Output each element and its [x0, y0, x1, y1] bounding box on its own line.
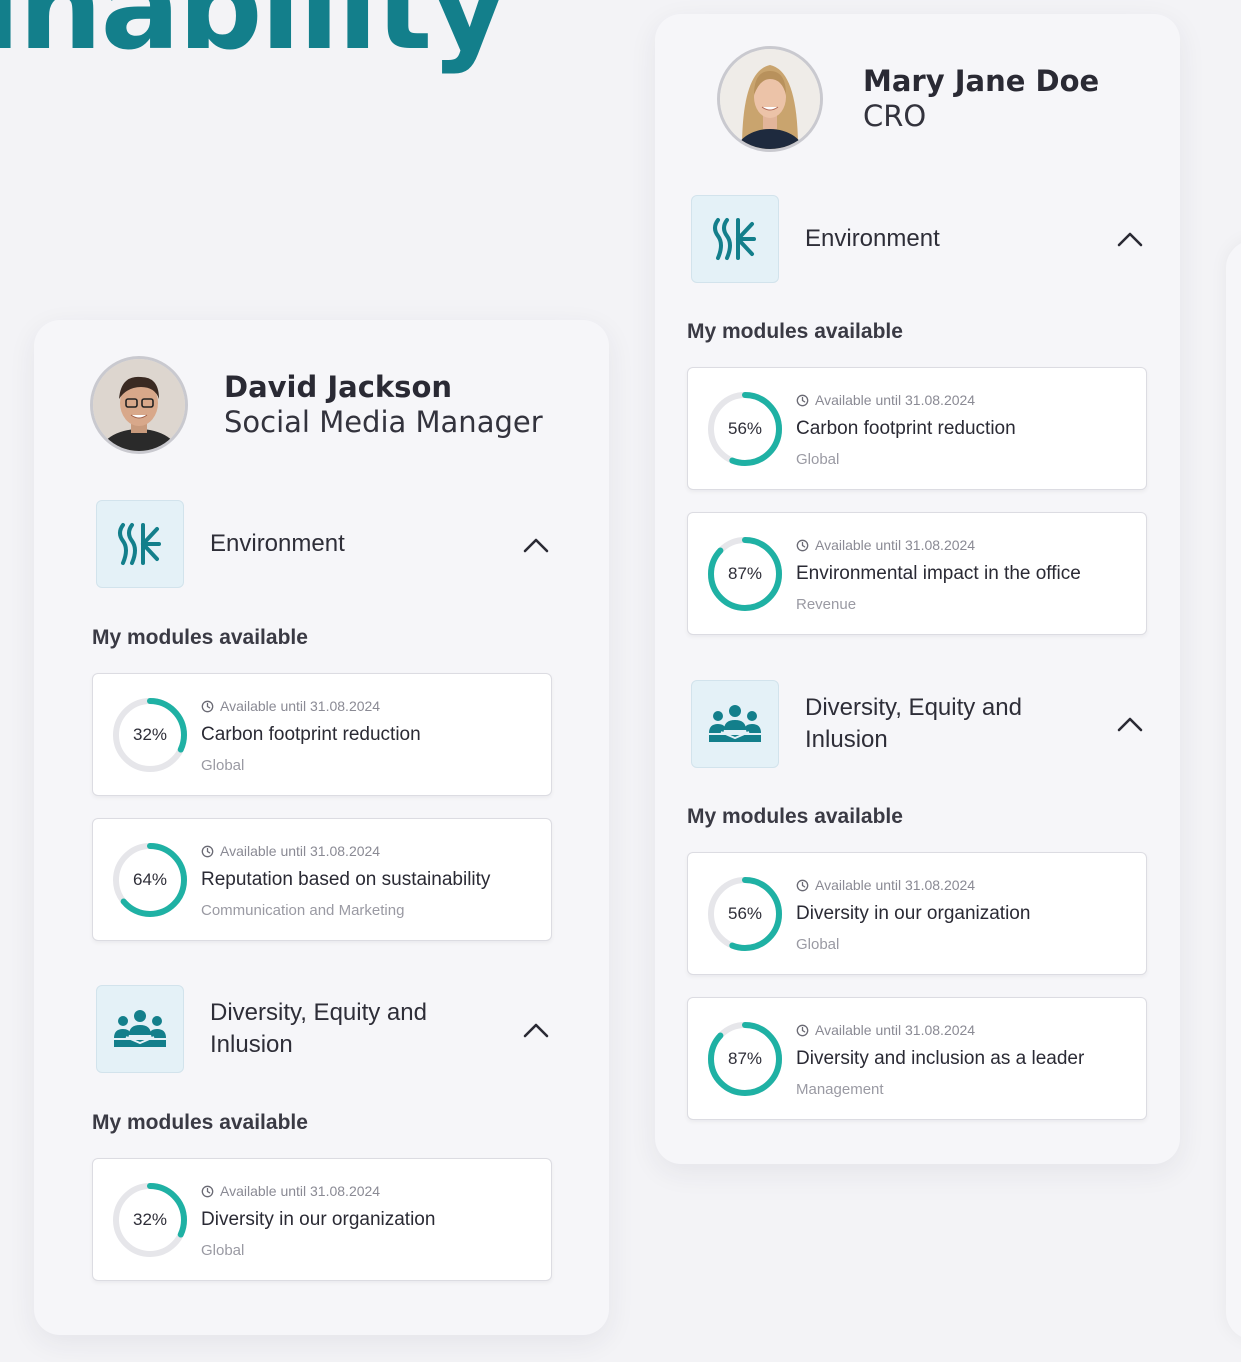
- category-environment[interactable]: Environment: [96, 500, 470, 588]
- progress-percent: 56%: [727, 904, 763, 923]
- user-name: Mary Jane Doe: [863, 63, 1100, 98]
- progress-percent: 32%: [132, 725, 168, 744]
- section-label: My modules available: [687, 805, 903, 828]
- user-role: Social Media Manager: [224, 405, 543, 439]
- chevron-up-icon[interactable]: [521, 530, 551, 560]
- module-card[interactable]: 32% Available until 31.08.2024 Carbon fo…: [92, 673, 552, 796]
- category-environment[interactable]: Environment: [691, 195, 1065, 283]
- clock-icon: [201, 1185, 214, 1197]
- category-label: Environment: [805, 224, 940, 252]
- chevron-up-icon[interactable]: [521, 1015, 551, 1045]
- module-title: Diversity and inclusion as a leader: [796, 1048, 1085, 1069]
- avatar: [90, 356, 188, 454]
- module-title: Diversity in our organization: [201, 1209, 436, 1230]
- module-card[interactable]: 87% Available until 31.08.2024 Diversity…: [687, 997, 1147, 1120]
- page-headline: inability: [0, 0, 507, 76]
- module-scope: Global: [201, 1242, 245, 1259]
- environment-icon: [96, 500, 184, 588]
- progress-percent: 87%: [727, 1049, 763, 1068]
- module-card[interactable]: 87% Available until 31.08.2024 Environme…: [687, 512, 1147, 635]
- clock-icon: [796, 1024, 809, 1036]
- module-card[interactable]: 64% Available until 31.08.2024 Reputatio…: [92, 818, 552, 941]
- background-card: [1226, 240, 1241, 1340]
- category-label: Diversity, Equity and Inlusion: [805, 693, 1022, 753]
- progress-percent: 87%: [727, 564, 763, 583]
- section-label: My modules available: [92, 626, 308, 649]
- section-label: My modules available: [687, 320, 903, 343]
- category-diversity[interactable]: Diversity, Equity and Inlusion: [691, 680, 1065, 768]
- user-profile: Mary Jane Doe CRO: [717, 46, 1099, 152]
- module-card[interactable]: 32% Available until 31.08.2024 Diversity…: [92, 1158, 552, 1281]
- module-scope: Communication and Marketing: [201, 902, 405, 919]
- user-card-mary-jane-doe: Mary Jane Doe CRO Environment My modules…: [655, 14, 1180, 1164]
- availability-text: Available until 31.08.2024: [815, 392, 976, 408]
- progress-percent: 64%: [132, 870, 168, 889]
- module-scope: Revenue: [796, 596, 857, 613]
- availability: Available until 31.08.2024: [201, 1183, 380, 1199]
- availability-text: Available until 31.08.2024: [220, 1183, 381, 1199]
- module-title: Carbon footprint reduction: [201, 724, 421, 745]
- module-scope: Global: [796, 936, 840, 953]
- module-scope: Management: [796, 1081, 884, 1098]
- avatar: [717, 46, 823, 152]
- clock-icon: [201, 700, 214, 712]
- module-title: Carbon footprint reduction: [796, 418, 1016, 439]
- clock-icon: [796, 394, 809, 406]
- category-label: Environment: [210, 529, 345, 557]
- availability: Available until 31.08.2024: [201, 698, 380, 714]
- category-diversity[interactable]: Diversity, Equity and Inlusion: [96, 985, 470, 1073]
- module-card[interactable]: 56% Available until 31.08.2024 Carbon fo…: [687, 367, 1147, 490]
- clock-icon: [796, 879, 809, 891]
- chevron-up-icon[interactable]: [1115, 224, 1145, 254]
- availability: Available until 31.08.2024: [796, 537, 975, 553]
- people-group-icon: [691, 680, 779, 768]
- module-title: Environmental impact in the office: [796, 563, 1081, 584]
- availability-text: Available until 31.08.2024: [220, 843, 381, 859]
- people-group-icon: [96, 985, 184, 1073]
- user-role: CRO: [863, 99, 927, 133]
- availability-text: Available until 31.08.2024: [815, 1022, 976, 1038]
- progress-percent: 56%: [727, 419, 763, 438]
- progress-percent: 32%: [132, 1210, 168, 1229]
- chevron-up-icon[interactable]: [1115, 709, 1145, 739]
- user-profile: David Jackson Social Media Manager: [90, 356, 543, 454]
- availability-text: Available until 31.08.2024: [220, 698, 381, 714]
- clock-icon: [201, 845, 214, 857]
- availability: Available until 31.08.2024: [201, 843, 380, 859]
- availability: Available until 31.08.2024: [796, 877, 975, 893]
- availability: Available until 31.08.2024: [796, 1022, 975, 1038]
- module-title: Reputation based on sustainability: [201, 869, 491, 890]
- availability-text: Available until 31.08.2024: [815, 537, 976, 553]
- module-card[interactable]: 56% Available until 31.08.2024 Diversity…: [687, 852, 1147, 975]
- availability-text: Available until 31.08.2024: [815, 877, 976, 893]
- module-scope: Global: [796, 451, 840, 468]
- module-title: Diversity in our organization: [796, 903, 1031, 924]
- user-name: David Jackson: [224, 369, 453, 404]
- environment-icon: [691, 195, 779, 283]
- availability: Available until 31.08.2024: [796, 392, 975, 408]
- category-label: Diversity, Equity and Inlusion: [210, 998, 427, 1058]
- clock-icon: [796, 539, 809, 551]
- section-label: My modules available: [92, 1111, 308, 1134]
- module-scope: Global: [201, 757, 245, 774]
- user-card-david-jackson: David Jackson Social Media Manager Envir…: [34, 320, 609, 1335]
